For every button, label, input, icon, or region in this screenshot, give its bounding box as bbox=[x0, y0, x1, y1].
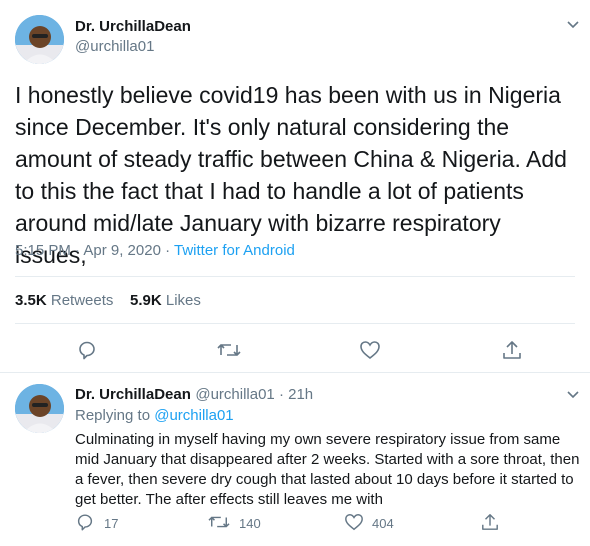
tweet-metadata: 5:15 PM · Apr 9, 2020 · Twitter for Andr… bbox=[15, 242, 295, 259]
divider bbox=[0, 372, 590, 373]
reply-retweet-icon[interactable] bbox=[208, 512, 230, 532]
reply-display-name[interactable]: Dr. UrchillaDean bbox=[75, 386, 191, 403]
retweet-count: 140 bbox=[239, 516, 261, 531]
divider bbox=[15, 323, 575, 324]
replying-to: Replying to @urchilla01 bbox=[75, 407, 234, 424]
user-handle[interactable]: @urchilla01 bbox=[75, 38, 154, 55]
retweets-count: 3.5K bbox=[15, 292, 47, 309]
tweet-source-link[interactable]: Twitter for Android bbox=[174, 242, 295, 259]
reply-avatar[interactable] bbox=[15, 384, 64, 433]
reply-reply-icon[interactable] bbox=[75, 512, 95, 532]
display-name[interactable]: Dr. UrchillaDean bbox=[75, 18, 191, 35]
reply-header: Dr. UrchillaDean @urchilla01 · 21h bbox=[75, 386, 313, 404]
like-count: 404 bbox=[372, 516, 394, 531]
replying-to-label: Replying to bbox=[75, 407, 151, 424]
divider bbox=[15, 276, 575, 277]
retweets-stat[interactable]: 3.5K Retweets bbox=[15, 292, 113, 309]
chevron-down-icon[interactable] bbox=[565, 16, 581, 32]
reply-share-icon[interactable] bbox=[481, 512, 499, 532]
replying-to-handle[interactable]: @urchilla01 bbox=[154, 407, 233, 424]
reply-handle-time[interactable]: @urchilla01 · 21h bbox=[195, 386, 313, 403]
avatar[interactable] bbox=[15, 15, 64, 64]
reply-heart-icon[interactable] bbox=[344, 512, 364, 532]
reply-text: Culminating in myself having my own seve… bbox=[75, 431, 580, 508]
likes-count: 5.9K bbox=[130, 292, 162, 309]
heart-icon[interactable] bbox=[359, 339, 381, 361]
likes-label: Likes bbox=[165, 292, 201, 309]
tweet-timestamp[interactable]: 5:15 PM · Apr 9, 2020 · bbox=[15, 242, 174, 259]
retweets-label: Retweets bbox=[50, 292, 114, 309]
likes-stat[interactable]: 5.9K Likes bbox=[130, 292, 201, 309]
share-icon[interactable] bbox=[502, 339, 522, 361]
reply-count: 17 bbox=[104, 516, 119, 531]
reply-icon[interactable] bbox=[76, 339, 98, 361]
retweet-icon[interactable] bbox=[217, 339, 241, 361]
reply-chevron-down-icon[interactable] bbox=[565, 386, 581, 402]
